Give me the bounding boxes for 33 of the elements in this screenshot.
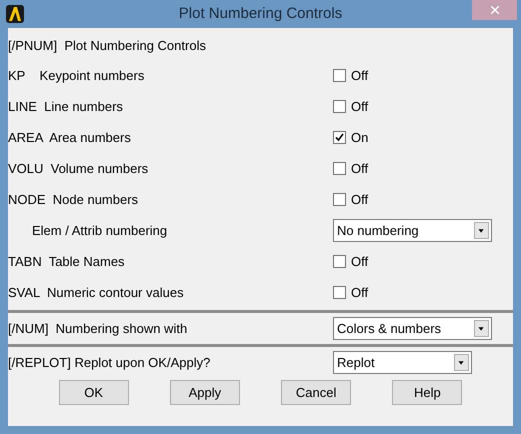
option-label: Elem / Attrib numbering [31,222,168,240]
checkbox[interactable]: Off [333,252,368,272]
caret-icon [474,222,489,239]
checkbox[interactable]: Off [333,66,368,86]
dropdown[interactable]: No numbering [333,219,492,242]
option-label: KP Keypoint numbers [8,66,146,85]
dropdown[interactable]: Colors & numbers [333,317,492,340]
option-label: VOLU Volume numbers [8,160,150,178]
app-logo-icon [6,5,24,23]
section-heading: [/PNUM] Plot Numbering Controls [8,37,206,56]
caret-icon [474,320,489,337]
dialog-button[interactable]: Cancel [281,380,352,405]
close-button[interactable] [472,0,517,20]
option-label: LINE Line numbers [8,98,124,116]
option-label: [/REPLOT] Replot upon OK/Apply? [8,354,212,372]
checkbox[interactable]: Off [333,190,368,210]
dialog-button[interactable]: OK [58,380,129,405]
dropdown[interactable]: Replot [333,351,472,374]
dialog-button[interactable]: Apply [170,380,240,405]
checkbox[interactable]: On [333,128,368,148]
checkbox[interactable]: Off [333,282,368,302]
check-icon [335,133,344,142]
option-label: NODE Node numbers [8,190,140,209]
caret-icon [454,354,469,371]
option-label: SVAL Numeric contour values [8,284,185,302]
close-icon [490,6,498,14]
window-title: Plot Numbering Controls [178,4,342,24]
option-label: AREA Area numbers [8,128,132,147]
option-label: [/NUM] Numbering shown with [8,320,188,338]
option-label: TABN Table Names [8,252,126,271]
checkbox[interactable]: Off [333,158,368,178]
dialog-button[interactable]: Help [392,380,462,405]
checkbox[interactable]: Off [333,96,368,116]
